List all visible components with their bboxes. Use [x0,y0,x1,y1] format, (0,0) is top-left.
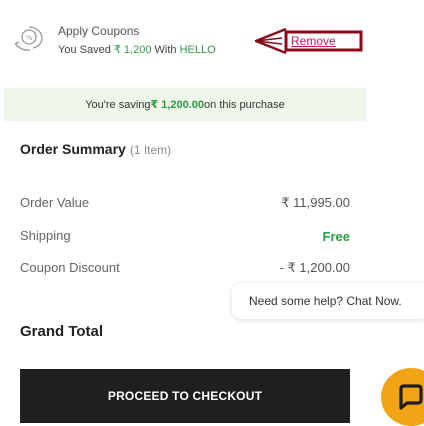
svg-text:%: % [26,34,33,42]
order-value-amount: ₹ 11,995.00 [281,195,350,210]
order-summary-title: Order Summary (1 Item) [20,141,172,157]
shipping-label: Shipping [20,228,71,243]
shipping-value: Free [322,229,350,244]
chat-button[interactable] [381,368,424,426]
coupon-tag-icon: % [14,26,43,51]
coupon-saved-text: You Saved ₹ 1,200 With HELLO [58,44,216,56]
grand-total-label: Grand Total [20,323,104,340]
remove-coupon-link[interactable]: Remove [291,34,336,48]
chat-help-bubble[interactable]: Need some help? Chat Now. [232,283,424,319]
chat-bubble-icon [399,384,423,410]
proceed-to-checkout-button[interactable]: PROCEED TO CHECKOUT [20,369,350,423]
item-count: (1 Item) [129,143,172,157]
coupon-discount-amount: - ₹ 1,200.00 [279,260,350,275]
order-value-label: Order Value [20,195,90,210]
saving-banner: You're saving ₹ 1,200.00 on this purchas… [4,88,366,121]
coupon-discount-label: Coupon Discount [20,260,120,275]
coupon-title: Apply Coupons [58,24,140,38]
coupon-code: HELLO [179,44,216,56]
